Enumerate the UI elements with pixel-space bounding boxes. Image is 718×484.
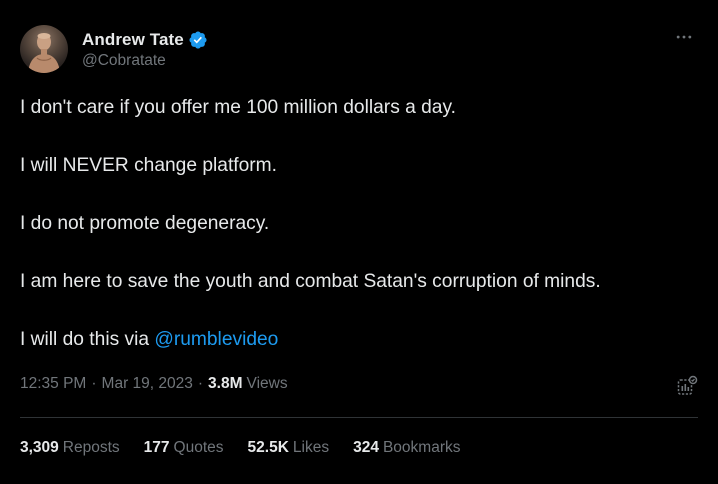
stat-count: 324 bbox=[353, 439, 379, 456]
more-options-icon bbox=[676, 35, 692, 39]
stat-bookmarks[interactable]: 324 Bookmarks bbox=[353, 439, 460, 457]
post-header: Andrew Tate @Cobratate bbox=[20, 25, 698, 77]
stat-quotes[interactable]: 177 Quotes bbox=[144, 439, 224, 457]
post-date[interactable]: Mar 19, 2023 bbox=[102, 375, 193, 393]
stat-label: Likes bbox=[292, 439, 330, 456]
engagement-stats: 3,309 Reposts 177 Quotes 52.5K Likes 324 Boo… bbox=[20, 439, 485, 457]
meta-separator: · bbox=[91, 375, 97, 392]
views-label: Views bbox=[246, 375, 288, 392]
stat-count: 177 bbox=[143, 439, 170, 456]
more-options-button[interactable] bbox=[672, 27, 696, 47]
verified-badge-icon[interactable] bbox=[188, 30, 208, 50]
divider bbox=[20, 417, 698, 418]
stat-count: 3,309 bbox=[20, 439, 59, 456]
post-meta: 12:35 PM · Mar 19, 2023 · 3.8M Views bbox=[20, 375, 288, 393]
post-paragraph: I will NEVER change platform. bbox=[20, 155, 277, 176]
author-names: Andrew Tate @Cobratate bbox=[82, 29, 208, 70]
post-paragraph-last: I will do this via @rumblevideo bbox=[20, 327, 690, 353]
post-paragraph: I am here to save the youth and combat S… bbox=[20, 271, 601, 292]
post-detail: Andrew Tate @Cobratate I don't care if y… bbox=[0, 0, 718, 484]
avatar[interactable] bbox=[20, 25, 68, 73]
post-paragraph: I do not promote degeneracy. bbox=[20, 213, 270, 234]
stat-label: Quotes bbox=[173, 439, 224, 456]
stat-label: Reposts bbox=[62, 439, 120, 456]
post-paragraph: I don't care if you offer me 100 million… bbox=[20, 97, 456, 118]
mention-link[interactable]: @rumblevideo bbox=[154, 329, 278, 350]
meta-separator: · bbox=[197, 375, 204, 392]
author-display-name[interactable]: Andrew Tate bbox=[82, 30, 184, 50]
post-time[interactable]: 12:35 PM bbox=[20, 375, 86, 393]
stat-likes[interactable]: 52.5K Likes bbox=[248, 439, 330, 457]
analytics-icon[interactable] bbox=[676, 375, 698, 397]
views-count: 3.8M bbox=[208, 375, 243, 392]
post-last-line-text: I will do this via bbox=[20, 329, 155, 350]
stat-label: Bookmarks bbox=[382, 439, 461, 456]
avatar-photo-icon bbox=[28, 33, 60, 73]
author-handle[interactable]: @Cobratate bbox=[82, 52, 208, 70]
post-text: I don't care if you offer me 100 million… bbox=[20, 95, 690, 353]
stat-count: 52.5K bbox=[247, 439, 289, 456]
stat-reposts[interactable]: 3,309 Reposts bbox=[20, 439, 120, 457]
